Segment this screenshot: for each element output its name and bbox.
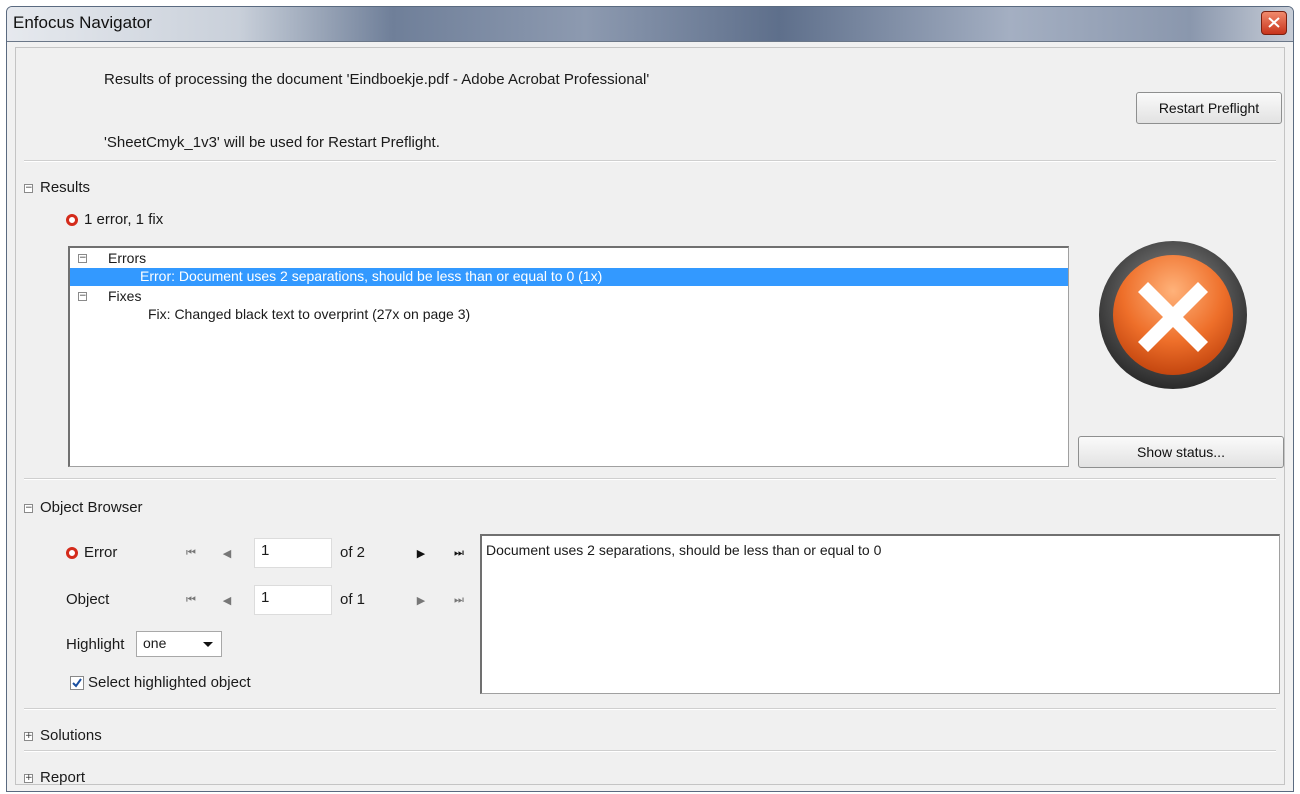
highlight-dropdown[interactable]: one [136, 631, 222, 657]
solutions-section-label[interactable]: Solutions [40, 727, 102, 744]
content-panel: Results of processing the document 'Eind… [15, 47, 1285, 786]
tree-node-fixes[interactable]: − Fixes [70, 288, 1068, 306]
divider [24, 750, 1276, 752]
show-status-button[interactable]: Show status... [1078, 436, 1284, 468]
error-status-large-icon [1099, 241, 1247, 389]
error-row-icon [66, 547, 78, 559]
tree-item-error-label: Error: Document uses 2 separations, shou… [140, 268, 603, 284]
divider [24, 478, 1276, 480]
title-bar: Enfocus Navigator [7, 7, 1293, 42]
divider [24, 708, 1276, 710]
error-next-button[interactable]: ▶ [414, 544, 428, 562]
error-row-label: Error [84, 544, 118, 561]
report-expand-toggle[interactable]: + [24, 774, 33, 783]
highlight-label: Highlight [66, 636, 125, 653]
select-highlighted-label: Select highlighted object [88, 674, 251, 691]
object-next-button[interactable]: ▶ [414, 591, 428, 609]
divider [24, 160, 1276, 162]
object-browser-section-label: Object Browser [40, 499, 143, 516]
results-collapse-toggle[interactable]: − [24, 184, 33, 193]
error-first-button[interactable]: ⏮ [184, 544, 198, 562]
window-title: Enfocus Navigator [13, 13, 152, 32]
results-section-label: Results [40, 179, 91, 196]
results-tree[interactable]: − Errors Error: Document uses 2 separati… [68, 246, 1069, 467]
error-status-icon [66, 214, 78, 226]
close-icon [1268, 17, 1280, 28]
fixes-collapse-toggle[interactable]: − [78, 292, 87, 301]
checkmark-icon [72, 678, 82, 688]
error-index-input[interactable]: 1 [254, 538, 332, 568]
report-section-label[interactable]: Report [40, 769, 85, 786]
error-previous-button[interactable]: ◀ [220, 544, 234, 562]
error-total-label: of 2 [340, 544, 366, 561]
results-summary: 1 error, 1 fix [84, 211, 164, 228]
tree-node-errors[interactable]: − Errors [70, 250, 1068, 268]
restart-profile-message: 'SheetCmyk_1v3' will be used for Restart… [104, 134, 440, 151]
error-last-button[interactable]: ⏭ [452, 544, 466, 562]
processing-message: Results of processing the document 'Eind… [104, 71, 650, 88]
tree-item-fix[interactable]: Fix: Changed black text to overprint (27… [70, 306, 1068, 324]
close-button[interactable] [1261, 11, 1287, 35]
object-first-button[interactable]: ⏮ [184, 591, 198, 609]
object-total-label: of 1 [340, 591, 366, 608]
tree-node-errors-label: Errors [108, 250, 147, 266]
tree-item-fix-label: Fix: Changed black text to overprint (27… [148, 306, 471, 322]
solutions-expand-toggle[interactable]: + [24, 732, 33, 741]
restart-preflight-button[interactable]: Restart Preflight [1136, 92, 1282, 124]
error-description-box: Document uses 2 separations, should be l… [480, 534, 1280, 694]
object-previous-button[interactable]: ◀ [220, 591, 234, 609]
select-highlighted-checkbox[interactable] [70, 676, 84, 690]
navigator-window: Enfocus Navigator Results of processing … [6, 6, 1294, 792]
object-browser-collapse-toggle[interactable]: − [24, 504, 33, 513]
object-row-label: Object [66, 591, 110, 608]
error-description-text: Document uses 2 separations, should be l… [486, 542, 882, 558]
dropdown-arrow-icon [203, 642, 213, 647]
errors-collapse-toggle[interactable]: − [78, 254, 87, 263]
object-last-button[interactable]: ⏭ [452, 591, 466, 609]
tree-node-fixes-label: Fixes [108, 288, 142, 304]
object-index-input[interactable]: 1 [254, 585, 332, 615]
highlight-dropdown-value: one [143, 635, 167, 651]
tree-item-error-selected[interactable]: Error: Document uses 2 separations, shou… [70, 268, 1068, 286]
